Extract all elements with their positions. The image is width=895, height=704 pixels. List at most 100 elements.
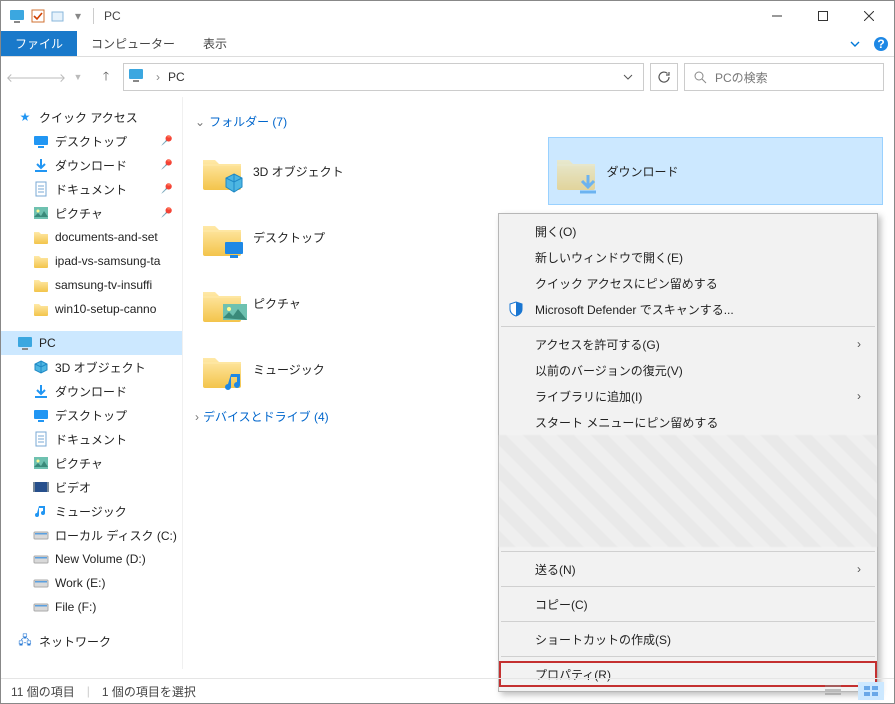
nav-quick-access[interactable]: ★クイック アクセス [1,105,182,129]
view-details-button[interactable] [820,682,846,700]
ctx-copy[interactable]: コピー(C) [499,591,877,617]
separator [501,586,875,587]
shield-icon [507,300,525,318]
folder-item[interactable]: デスクトップ [195,204,529,270]
title-bar: ▾ PC [1,1,894,31]
nav-quick-item[interactable]: ドキュメント📍 [1,177,182,201]
ctx-open-new-window[interactable]: 新しいウィンドウで開く(E) [499,244,877,270]
minimize-button[interactable] [754,1,800,31]
ribbon: ファイル コンピューター 表示 ? [1,31,894,57]
folder-label: ダウンロード [607,163,679,180]
search-placeholder: PCの検索 [715,69,768,86]
ctx-grant-access[interactable]: アクセスを許可する(G)› [499,331,877,357]
folder-icon [201,348,243,390]
network-icon: 🖧 [17,633,33,649]
3d-icon [33,359,49,375]
nav-quick-item[interactable]: ピクチャ📍 [1,201,182,225]
nav-quick-item[interactable]: samsung-tv-insuffi [1,273,182,297]
view-large-button[interactable] [858,682,884,700]
tab-view[interactable]: 表示 [189,31,241,56]
forward-button[interactable]: 🡒 [39,66,61,88]
nav-pc-item[interactable]: ダウンロード [1,379,182,403]
nav-pc-item[interactable]: デスクトップ [1,403,182,427]
pc-icon [128,67,148,87]
separator [501,551,875,552]
nav-pc-item[interactable]: 3D オブジェクト [1,355,182,379]
close-button[interactable] [846,1,892,31]
nav-network[interactable]: 🖧ネットワーク [1,629,182,653]
nav-pc[interactable]: PC [1,331,182,355]
tab-file[interactable]: ファイル [1,31,77,56]
nav-pc-item[interactable]: ローカル ディスク (C:) [1,523,182,547]
navigation-pane[interactable]: ★クイック アクセス デスクトップ📍ダウンロード📍ドキュメント📍ピクチャ📍doc… [1,97,183,669]
address-bar: 🡐 🡒 ▼ 🡑 › PC PCの検索 [1,57,894,97]
tab-computer[interactable]: コンピューター [77,31,189,56]
video-icon [33,479,49,495]
music-icon [33,503,49,519]
path-dropdown-icon[interactable] [623,72,639,82]
nav-pc-item[interactable]: ピクチャ [1,451,182,475]
nav-pc-item[interactable]: Work (E:) [1,571,182,595]
ctx-defender-scan[interactable]: Microsoft Defender でスキャンする... [499,296,877,322]
picture-icon [33,205,49,221]
qat-dropdown-icon[interactable]: ▾ [69,5,87,27]
qat-newfolder-icon[interactable] [49,5,67,27]
separator [501,326,875,327]
group-folders[interactable]: ⌄フォルダー (7) [195,113,882,130]
refresh-button[interactable] [650,63,678,91]
folder-label: ピクチャ [253,295,301,312]
folder-icon [33,253,49,269]
help-icon[interactable]: ? [868,31,894,56]
nav-quick-item[interactable]: ダウンロード📍 [1,153,182,177]
folder-icon [555,150,597,192]
qat-properties-icon[interactable] [29,5,47,27]
nav-quick-item[interactable]: ipad-vs-samsung-ta [1,249,182,273]
back-button[interactable]: 🡐 [11,66,33,88]
ribbon-expand-icon[interactable] [842,31,868,56]
folder-icon [33,277,49,293]
pc-icon [9,5,27,27]
status-item-count: 11 個の項目 [11,683,75,700]
folder-label: デスクトップ [253,229,325,246]
svg-text:?: ? [877,37,884,51]
recent-dropdown[interactable]: ▼ [67,66,89,88]
nav-quick-item[interactable]: win10-setup-canno [1,297,182,321]
nav-pc-item[interactable]: ミュージック [1,499,182,523]
nav-pc-item[interactable]: ビデオ [1,475,182,499]
separator [501,621,875,622]
maximize-button[interactable] [800,1,846,31]
folder-item[interactable]: ピクチャ [195,270,529,336]
ctx-pin-quick-access[interactable]: クイック アクセスにピン留めする [499,270,877,296]
address-path[interactable]: › PC [123,63,644,91]
folder-item[interactable]: ミュージック [195,336,529,402]
chevron-right-icon: › [857,337,861,351]
nav-pc-item[interactable]: New Volume (D:) [1,547,182,571]
pin-icon: 📍 [156,131,176,151]
search-icon [693,70,707,84]
picture-icon [33,455,49,471]
download-icon [33,383,49,399]
pin-icon: 📍 [156,179,176,199]
folder-item[interactable]: ダウンロード [549,138,883,204]
folder-icon [33,229,49,245]
nav-pc-item[interactable]: File (F:) [1,595,182,619]
ctx-add-library[interactable]: ライブラリに追加(I)› [499,383,877,409]
path-segment[interactable]: PC [168,70,185,84]
search-input[interactable]: PCの検索 [684,63,884,91]
chevron-down-icon: ⌄ [195,115,205,129]
ctx-restore-versions[interactable]: 以前のバージョンの復元(V) [499,357,877,383]
ctx-send-to[interactable]: 送る(N)› [499,556,877,582]
download-icon [33,157,49,173]
ctx-open[interactable]: 開く(O) [499,218,877,244]
ctx-create-shortcut[interactable]: ショートカットの作成(S) [499,626,877,652]
nav-quick-item[interactable]: デスクトップ📍 [1,129,182,153]
nav-quick-item[interactable]: documents-and-set [1,225,182,249]
ctx-pin-start[interactable]: スタート メニューにピン留めする [499,409,877,435]
chevron-right-icon: › [857,389,861,403]
up-button[interactable]: 🡑 [95,66,117,88]
context-menu[interactable]: 開く(O) 新しいウィンドウで開く(E) クイック アクセスにピン留めする Mi… [498,213,878,692]
folder-item[interactable]: 3D オブジェクト [195,138,529,204]
nav-pc-item[interactable]: ドキュメント [1,427,182,451]
pc-icon [17,335,33,351]
document-icon [33,181,49,197]
